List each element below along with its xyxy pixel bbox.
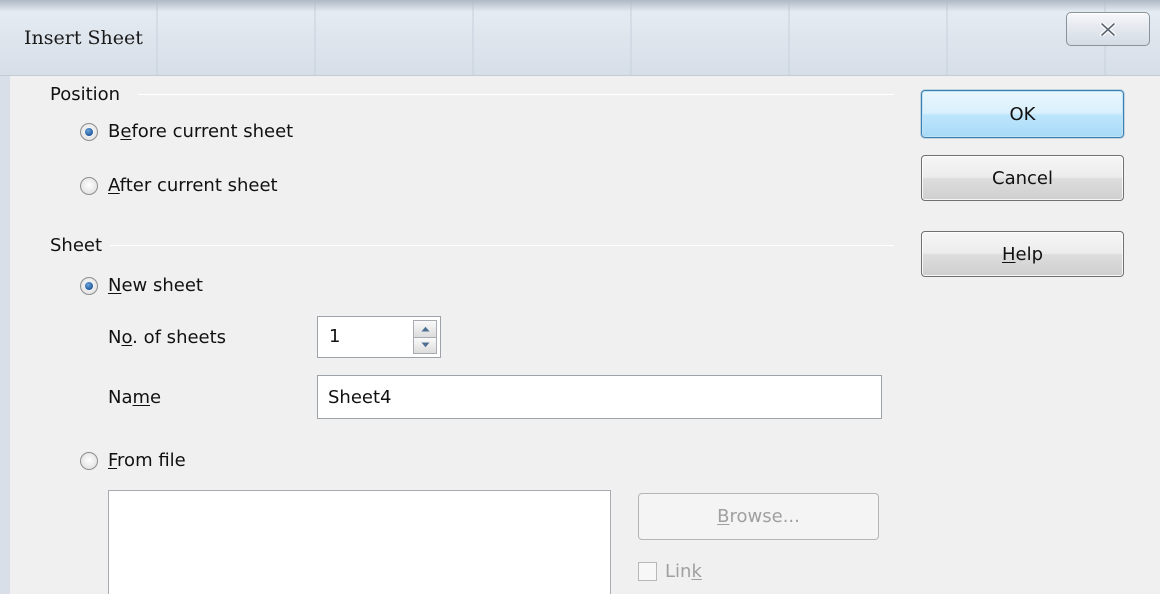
title-bar: Insert Sheet (0, 0, 1160, 76)
sheet-name-input[interactable] (317, 375, 882, 419)
no-of-sheets-value: 1 (329, 326, 341, 347)
no-of-sheets-spinbox[interactable]: 1 (317, 316, 441, 358)
after-current-sheet-label: After current sheet (108, 175, 278, 196)
radio-selected-dot (85, 281, 93, 290)
radio-circle (80, 276, 98, 295)
position-group-rule (138, 94, 894, 95)
cancel-button[interactable]: Cancel (921, 155, 1124, 201)
new-sheet-label: New sheet (108, 275, 203, 296)
link-label: Link (665, 561, 702, 582)
before-current-sheet-label: Before current sheet (108, 121, 294, 142)
close-x-icon (1100, 22, 1116, 36)
browse-button[interactable]: Browse... (638, 493, 879, 540)
radio-circle (80, 451, 98, 470)
radio-selected-dot (85, 127, 93, 136)
dialog-title: Insert Sheet (24, 27, 143, 49)
spin-down-button[interactable] (413, 337, 437, 354)
from-file-radio[interactable]: From file (80, 450, 186, 471)
before-current-sheet-radio[interactable]: Before current sheet (80, 121, 293, 142)
from-file-list[interactable] (108, 490, 611, 594)
sheet-group-rule (108, 245, 894, 246)
help-button[interactable]: Help (921, 231, 1124, 277)
close-button[interactable] (1066, 12, 1150, 46)
position-group-label: Position (50, 84, 129, 105)
link-checkbox-row[interactable]: Link (638, 561, 702, 582)
link-checkbox[interactable] (638, 562, 657, 581)
spin-buttons (413, 320, 437, 354)
spin-up-arrow-icon (421, 326, 429, 332)
sheet-group-label: Sheet (50, 235, 111, 256)
insert-sheet-dialog: Insert Sheet Position Before current she… (0, 0, 1160, 594)
spin-down-arrow-icon (421, 342, 429, 348)
radio-circle (80, 176, 98, 195)
after-current-sheet-radio[interactable]: After current sheet (80, 175, 278, 196)
new-sheet-radio[interactable]: New sheet (80, 275, 203, 296)
radio-circle (80, 122, 98, 141)
from-file-label: From file (108, 450, 186, 471)
no-of-sheets-label: No. of sheets (108, 327, 227, 348)
name-label: Name (108, 387, 162, 408)
ok-button[interactable]: OK (921, 90, 1124, 138)
spin-up-button[interactable] (413, 320, 437, 338)
